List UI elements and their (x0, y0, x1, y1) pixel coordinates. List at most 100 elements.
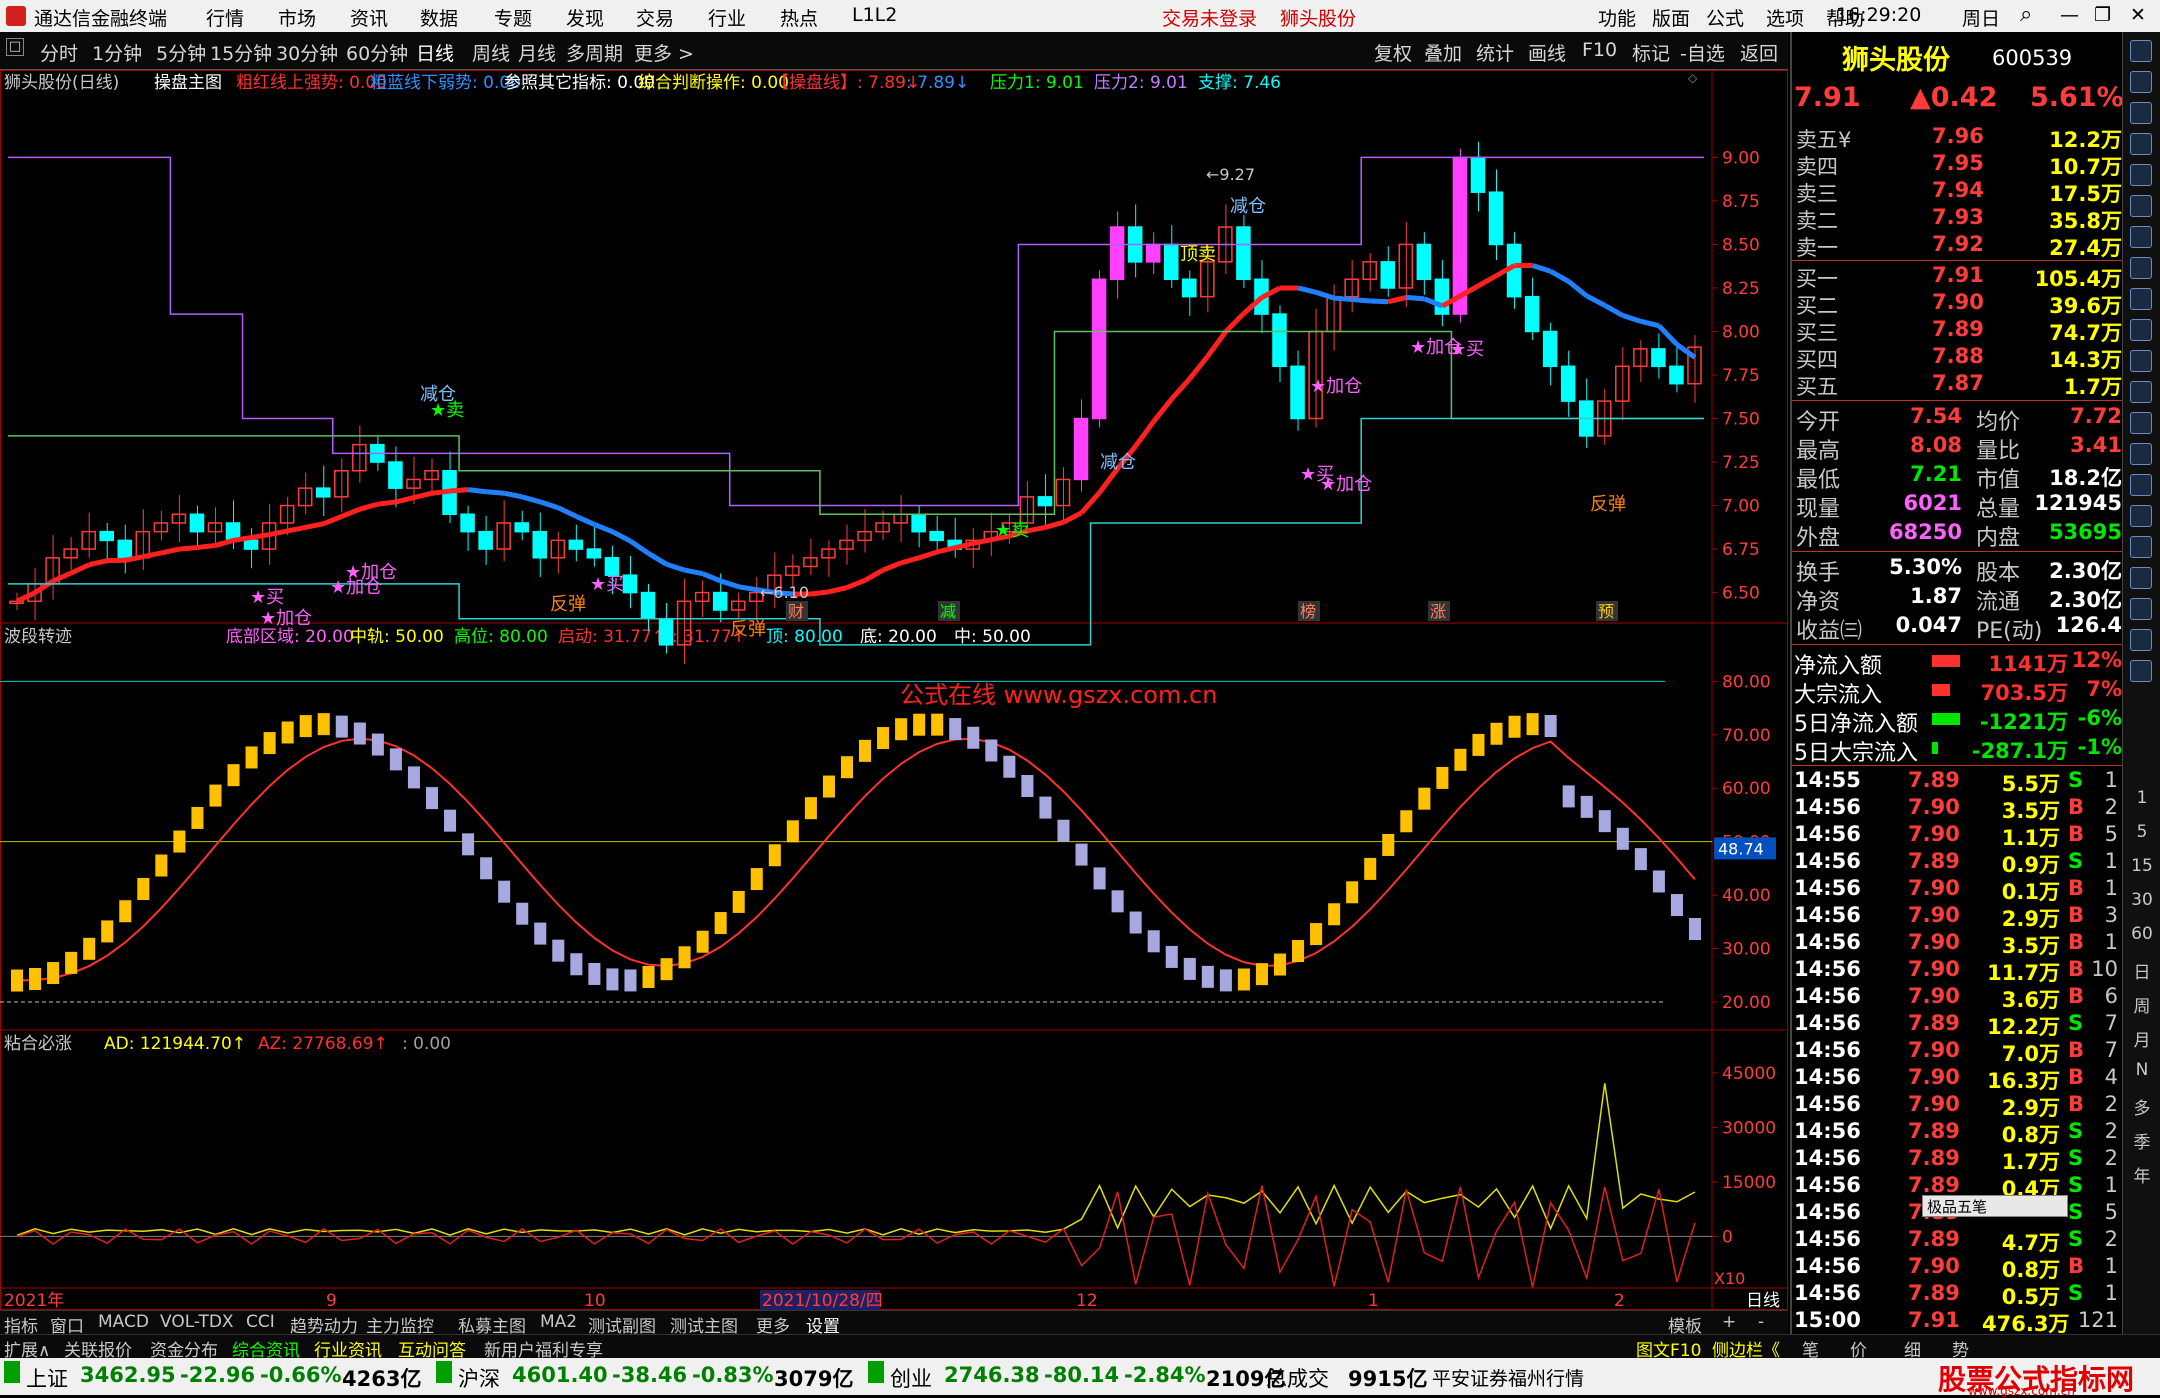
indicator-readout: 顶: 80.00 (766, 627, 843, 647)
indicator-readout: 底: 20.00 (860, 627, 937, 647)
toolbar-button[interactable]: 复权 (1374, 39, 1412, 66)
menu-item-right[interactable]: 选项 (1766, 4, 1804, 31)
book-volume: 105.4万 (2035, 263, 2122, 293)
menu-item[interactable]: 热点 (780, 4, 818, 31)
tick-price: 7.90 (1908, 984, 1960, 1008)
collapse-icon[interactable]: □ (6, 38, 24, 56)
tick-row: 14:567.903.5万B1 (1792, 930, 2122, 957)
flow-pct: -6% (2078, 706, 2122, 730)
menu-item[interactable]: 交易 (636, 4, 674, 31)
sidebar-period[interactable]: 月 (2123, 1026, 2160, 1051)
down-icon[interactable] (2130, 102, 2152, 124)
zoom-icon[interactable] (2130, 412, 2152, 434)
sidebar-period[interactable]: 季 (2123, 1128, 2160, 1153)
period-tab[interactable]: 30分钟 (276, 39, 338, 66)
indicator-tab[interactable]: VOL-TDX (160, 1312, 234, 1332)
period-tab[interactable]: 1分钟 (92, 39, 142, 66)
close-icon[interactable]: ✕ (2130, 4, 2146, 26)
stats-icon[interactable] (2130, 257, 2152, 279)
tick-row: 14:567.903.6万B6 (1792, 984, 2122, 1011)
menu-item[interactable]: 发现 (566, 4, 604, 31)
menu-item[interactable]: 数据 (420, 4, 458, 31)
sidebar-period[interactable]: 30 (2123, 890, 2160, 910)
grid-icon[interactable] (2130, 164, 2152, 186)
sidebar-period[interactable]: 60 (2123, 924, 2160, 944)
ma-segment (594, 524, 612, 531)
star-icon[interactable] (2130, 536, 2152, 558)
minimize-icon[interactable]: — (2060, 4, 2079, 26)
menu-item-right[interactable]: 版面 (1652, 4, 1690, 31)
toolbar-button[interactable]: 返回 (1740, 39, 1778, 66)
bar-icon[interactable] (2130, 226, 2152, 248)
info-icon[interactable] (2130, 350, 2152, 372)
sidebar-period[interactable]: 周 (2123, 992, 2160, 1017)
search-icon[interactable]: ⌕ (2020, 2, 2032, 27)
ime-toolbar[interactable]: 极品五笔 (1922, 1195, 2068, 1217)
indicator-tab[interactable]: MA2 (540, 1312, 577, 1332)
restore-icon[interactable]: ❐ (2094, 4, 2111, 26)
sidebar-period[interactable]: 5 (2123, 822, 2160, 842)
login-status[interactable]: 交易未登录 (1162, 4, 1257, 31)
sidebar-period[interactable]: 日 (2123, 958, 2160, 983)
order-book-row: 买四7.8814.3万 (1792, 344, 2122, 371)
menu-item[interactable]: 专题 (494, 4, 532, 31)
menu-item-right[interactable]: 功能 (1598, 4, 1636, 31)
menu-item-right[interactable]: 公式 (1706, 4, 1744, 31)
sidebar-period[interactable]: 1 (2123, 788, 2160, 808)
sidebar-period[interactable]: N (2123, 1060, 2160, 1080)
f10-icon[interactable] (2130, 319, 2152, 341)
chart-icon[interactable] (2130, 195, 2152, 217)
fs-icon[interactable] (2130, 629, 2152, 651)
sidebar-period[interactable]: 15 (2123, 856, 2160, 876)
toolbar-button[interactable]: F10 (1582, 39, 1617, 61)
stat-value: 2.30亿 (2049, 555, 2122, 585)
settings-icon[interactable] (2130, 660, 2152, 682)
period-tab[interactable]: 15分钟 (210, 39, 272, 66)
close-icon[interactable] (2130, 40, 2152, 62)
period-tab[interactable]: 更多 > (634, 39, 694, 66)
ma-segment (1027, 527, 1045, 531)
sidebar-period[interactable]: 年 (2123, 1162, 2160, 1187)
indicator-tab[interactable]: CCI (246, 1312, 275, 1332)
tick-side: S (2068, 849, 2083, 873)
move-icon[interactable] (2130, 567, 2152, 589)
menu-item[interactable]: 行业 (708, 4, 746, 31)
period-tab[interactable]: 分时 (40, 39, 78, 66)
doc-icon[interactable] (2130, 288, 2152, 310)
circle-icon[interactable] (2130, 443, 2152, 465)
toolbar-button[interactable]: 叠加 (1424, 39, 1462, 66)
toolbar-button[interactable]: 画线 (1528, 39, 1566, 66)
toolbar-button[interactable]: 标记 (1632, 39, 1670, 66)
list-icon[interactable] (2130, 133, 2152, 155)
sidebar-period[interactable]: 多 (2123, 1094, 2160, 1119)
chart-area[interactable]: 狮头股份(日线)操盘主图粗红线上强势: 0.00粗蓝线下弱势: 0.00参照其它… (0, 70, 1788, 1310)
ma-segment (703, 574, 721, 581)
chart-svg[interactable]: 狮头股份(日线)操盘主图粗红线上强势: 0.00粗蓝线下弱势: 0.00参照其它… (0, 70, 1788, 1310)
pen-icon[interactable] (2130, 598, 2152, 620)
period-tab[interactable]: 日线 (416, 39, 454, 66)
period-tab[interactable]: 多周期 (566, 39, 623, 66)
toolbar-button[interactable]: 统计 (1476, 39, 1514, 66)
period-tab[interactable]: 月线 (518, 39, 556, 66)
up-icon[interactable] (2130, 71, 2152, 93)
risk-icon[interactable] (2130, 505, 2152, 527)
cursor-icon[interactable] (2130, 474, 2152, 496)
indicator-tab-right[interactable]: + (1722, 1312, 1736, 1332)
menu-item[interactable]: 资讯 (350, 4, 388, 31)
indicator-tab[interactable]: MACD (98, 1312, 149, 1332)
menu-item[interactable]: 市场 (278, 4, 316, 31)
toolbar-button[interactable]: -自选 (1680, 39, 1725, 66)
menu-item[interactable]: L1L2 (852, 4, 897, 26)
tick-count: 5 (2105, 822, 2118, 846)
flow-row: 净流入额1141万12% (1792, 648, 2122, 677)
wave-block (228, 764, 240, 786)
y-tick-label: 8.75 (1722, 192, 1760, 212)
indicator-tab-right[interactable]: - (1758, 1312, 1764, 1332)
menu-item[interactable]: 行情 (206, 4, 244, 31)
candle-body (1489, 192, 1502, 244)
period-tab[interactable]: 60分钟 (346, 39, 408, 66)
wave-block (300, 715, 312, 737)
period-tab[interactable]: 5分钟 (156, 39, 206, 66)
period-tab[interactable]: 周线 (472, 39, 510, 66)
tick-icon[interactable] (2130, 381, 2152, 403)
